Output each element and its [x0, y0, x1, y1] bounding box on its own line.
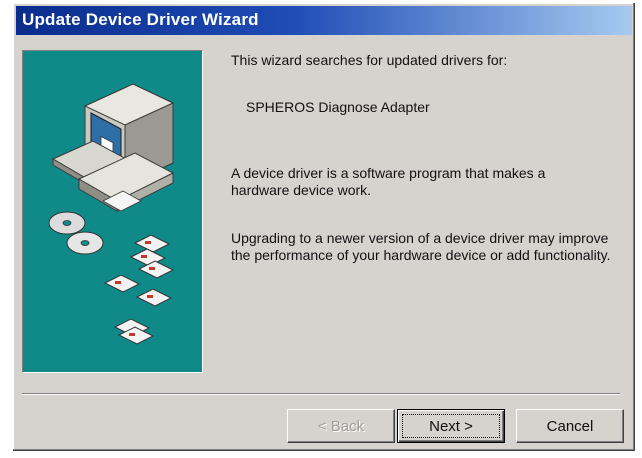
device-name: SPHEROS Diagnose Adapter — [246, 99, 430, 115]
intro-text: This wizard searches for updated drivers… — [231, 52, 508, 68]
cancel-button[interactable]: Cancel — [516, 409, 624, 443]
upgrade-info-text: Upgrading to a newer version of a device… — [231, 230, 611, 263]
back-button[interactable]: < Back — [287, 409, 395, 443]
cancel-button-label: Cancel — [546, 417, 594, 435]
back-button-label: < Back — [317, 417, 365, 435]
computer-icon — [51, 83, 175, 212]
wizard-illustration — [48, 83, 175, 345]
floppy-disk-icon — [103, 234, 175, 345]
next-button[interactable]: Next > — [397, 409, 505, 443]
button-separator — [22, 393, 620, 395]
wizard-side-panel — [22, 50, 203, 373]
next-button-label: Next > — [429, 417, 473, 435]
title-bar[interactable]: Update Device Driver Wizard — [16, 6, 632, 35]
cd-icon — [48, 211, 104, 255]
window-title: Update Device Driver Wizard — [22, 10, 259, 29]
description-text: A device driver is a software program th… — [231, 165, 546, 198]
